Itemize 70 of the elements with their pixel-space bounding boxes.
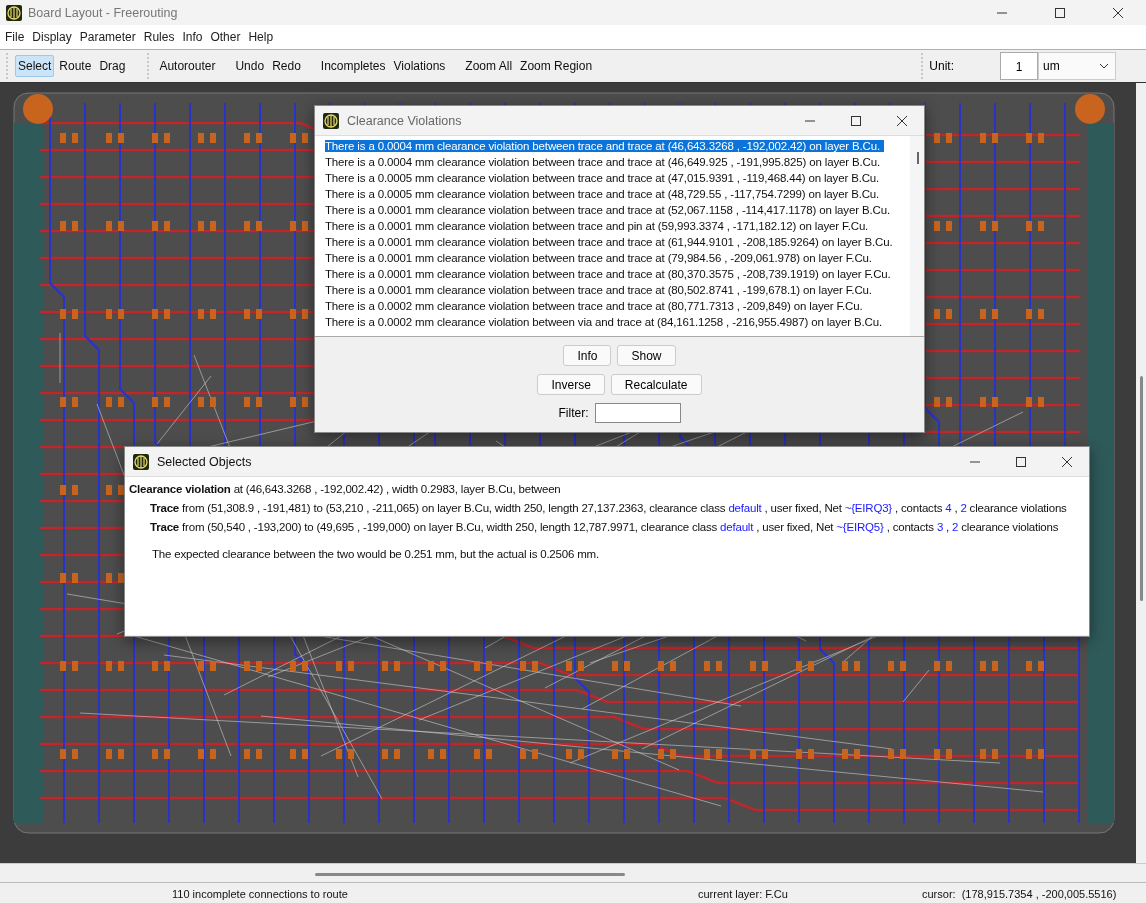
link[interactable]: default [720, 521, 754, 533]
dialog-title: Selected Objects [157, 454, 253, 469]
filter-input-field[interactable] [594, 403, 681, 423]
object-description: Trace from (51,308.9 , -191,481) to (53,210 , -211,065) on layer B.Cu, width 250, length 27,137.2363, clearance class default , user fixed, Net ~{EIRQ3} , contacts 4 , 2 clearance violations [149, 501, 1068, 516]
close-icon[interactable] [1112, 6, 1124, 19]
menu-item[interactable]: Rules [141, 30, 181, 44]
object-description: Clearance violation at (46,643.3268 , -192,002.42) , width 0.2983, layer B.Cu, between [128, 482, 562, 497]
violation-list-item[interactable]: There is a 0.0005 mm clearance violation between trace and trace at (47,015.9391 , -119,468.44) on layer B.Cu. [325, 172, 884, 184]
violation-list-item[interactable]: There is a 0.0001 mm clearance violation between trace and trace at (80,502.8741 , -199,678.1) on layer F.Cu. [325, 284, 876, 296]
menu-item[interactable]: Info [180, 30, 209, 44]
clearance-note: The expected clearance between the two would be 0.251 mm, but the actual is 0.2506 mm. [151, 547, 600, 562]
toolbar-button[interactable]: Zoom Region [517, 55, 596, 77]
close-icon[interactable] [896, 114, 908, 127]
violation-list-item[interactable]: There is a 0.0001 mm clearance violation between trace and trace at (79,984.56 , -209,061.978) on layer F.Cu. [325, 252, 876, 264]
window-title: Board Layout - Freerouting [28, 5, 179, 20]
dialog-button[interactable]: Recalculate [610, 374, 702, 395]
violation-list-item[interactable]: There is a 0.0004 mm clearance violation between trace and trace at (46,649.925 , -191,995.825) on layer B.Cu. [325, 156, 884, 168]
dialog-button[interactable]: Inverse [537, 374, 605, 395]
cursor-coordinates: (178,915.7354 , -200,005.5516) [961, 888, 1117, 900]
current-layer-label: current layer: F.Cu [698, 888, 789, 900]
mode-button[interactable]: Select [15, 55, 55, 77]
link[interactable]: 2 [952, 521, 959, 533]
app-logo-icon [133, 453, 149, 470]
app-logo-icon [323, 112, 339, 129]
maximize-icon[interactable] [850, 114, 862, 127]
toolbar-button[interactable]: Violations [390, 55, 449, 77]
chevron-down-icon [1099, 63, 1109, 69]
status-message: 110 incomplete connections to route [172, 888, 349, 900]
scrollbar-thumb[interactable] [917, 152, 919, 164]
toolbar-button[interactable]: Incompletes [317, 55, 389, 77]
maximize-icon[interactable] [1054, 6, 1066, 19]
link[interactable]: 4 [945, 502, 952, 514]
menu-item[interactable]: Other [208, 30, 247, 44]
dialog-button[interactable]: Show [617, 345, 676, 366]
close-icon[interactable] [1061, 455, 1073, 468]
toolbar-button[interactable]: Redo [269, 55, 304, 77]
violation-list-item[interactable]: There is a 0.0001 mm clearance violation between trace and trace at (61,944.9101 , -208,185.9264) on layer B.Cu. [325, 236, 897, 248]
menu-item[interactable]: Parameter [77, 30, 142, 44]
scrollbar-thumb[interactable] [315, 873, 625, 876]
scrollbar-thumb[interactable] [1140, 376, 1143, 601]
link[interactable]: 2 [960, 502, 967, 514]
menu-item[interactable]: Help [246, 30, 280, 44]
maximize-icon[interactable] [1015, 455, 1027, 468]
mode-button[interactable]: Drag [96, 55, 129, 77]
violation-list-item[interactable]: There is a 0.0001 mm clearance violation between trace and trace at (52,067.1158 , -114,417.1178) on layer B.Cu. [325, 204, 894, 216]
toolbar-button[interactable]: Autorouter [156, 55, 219, 77]
toolbar-button[interactable]: Zoom All [462, 55, 516, 77]
violation-list-item[interactable]: There is a 0.0001 mm clearance violation between trace and trace at (80,370.3575 , -208,739.1919) on layer F.Cu. [325, 268, 895, 280]
cursor-label: cursor: [922, 888, 956, 900]
menu-item[interactable]: File [3, 30, 31, 44]
unit-dropdown[interactable]: um [1038, 52, 1116, 80]
unit-input-field[interactable]: 1 [1000, 52, 1038, 80]
link[interactable]: ~{EIRQ3} [844, 502, 892, 514]
link[interactable]: default [728, 502, 762, 514]
link[interactable]: 3 [936, 521, 944, 533]
violation-list-item[interactable]: There is a 0.0004 mm clearance violation between trace and trace at (46,643.3268 , -192,002.42) on layer B.Cu. [325, 140, 884, 152]
violation-list-item[interactable]: There is a 0.0001 mm clearance violation between trace and pin at (59,993.3374 , -171,182.12) on layer F.Cu. [325, 220, 873, 232]
violation-list-item[interactable]: There is a 0.0002 mm clearance violation between trace and trace at (80,771.7313 , -209,849) on layer F.Cu. [325, 300, 867, 312]
dialog-title: Clearance Violations [347, 113, 463, 128]
object-description: Trace from (50,540 , -193,200) to (49,695 , -199,000) on layer B.Cu, width 250, length 12,787.9971, clearance class default , user fixed, Net ~{EIRQ5} , contacts 3 , 2 clearance violations [149, 520, 1060, 535]
violation-list-item[interactable]: There is a 0.0005 mm clearance violation between trace and trace at (48,729.55 , -117,754.7299) on layer B.Cu. [325, 188, 884, 200]
unit-label: Unit: [929, 59, 954, 73]
link[interactable]: ~{EIRQ5} [836, 521, 884, 533]
menu-item[interactable]: Display [30, 30, 78, 44]
toolbar-button[interactable]: Undo [232, 55, 268, 77]
mode-button[interactable]: Route [56, 55, 95, 77]
violation-list-item[interactable]: There is a 0.0002 mm clearance violation between via and trace at (84,161.1258 , -216,955.4987) on layer B.Cu. [325, 316, 886, 328]
filter-label: Filter: [558, 406, 589, 420]
dialog-button[interactable]: Info [563, 345, 612, 366]
app-logo-icon [6, 4, 22, 21]
